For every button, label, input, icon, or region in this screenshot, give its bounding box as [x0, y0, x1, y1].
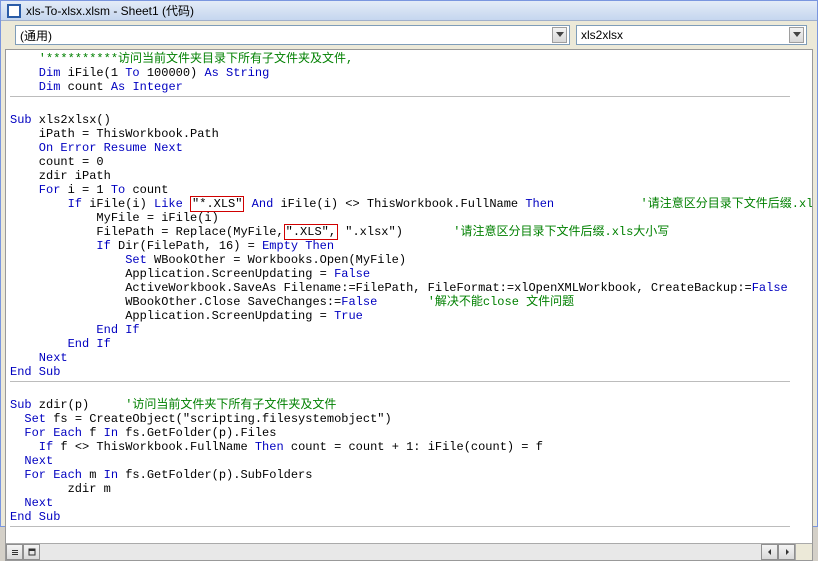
code-editor[interactable]: '**********访问当前文件夹目录下所有子文件夹及文件, Dim iFil… — [6, 50, 812, 543]
procedure-dropdown-value: xls2xlsx — [581, 28, 623, 42]
highlight-xls-ext-2: ".XLS", — [284, 224, 338, 240]
chevron-down-icon[interactable] — [552, 27, 567, 43]
title-text: xls-To-xlsx.xlsm - Sheet1 (代码) — [26, 2, 194, 19]
procedure-dropdown[interactable]: xls2xlsx — [576, 25, 807, 45]
object-dropdown[interactable]: (通用) — [15, 25, 570, 45]
hscroll-left-button[interactable] — [761, 544, 778, 560]
code-content[interactable]: '**********访问当前文件夹目录下所有子文件夹及文件, Dim iFil… — [10, 52, 812, 543]
hscroll-right-button[interactable] — [778, 544, 795, 560]
object-dropdown-value: (通用) — [20, 27, 52, 44]
highlight-xls-ext: "*.XLS" — [190, 196, 244, 212]
scroll-corner — [795, 544, 812, 560]
chevron-down-icon[interactable] — [789, 27, 804, 43]
view-procedure-button[interactable] — [6, 544, 23, 560]
view-full-module-button[interactable] — [23, 544, 40, 560]
code-window: xls-To-xlsx.xlsm - Sheet1 (代码) (通用) xls2… — [0, 0, 818, 527]
bottom-scrollbar — [6, 543, 812, 560]
dropdown-row: (通用) xls2xlsx — [1, 21, 817, 49]
hscroll-track[interactable] — [40, 544, 761, 560]
module-icon — [7, 4, 21, 18]
code-editor-wrap: '**********访问当前文件夹目录下所有子文件夹及文件, Dim iFil… — [5, 49, 813, 561]
titlebar[interactable]: xls-To-xlsx.xlsm - Sheet1 (代码) — [1, 1, 817, 21]
